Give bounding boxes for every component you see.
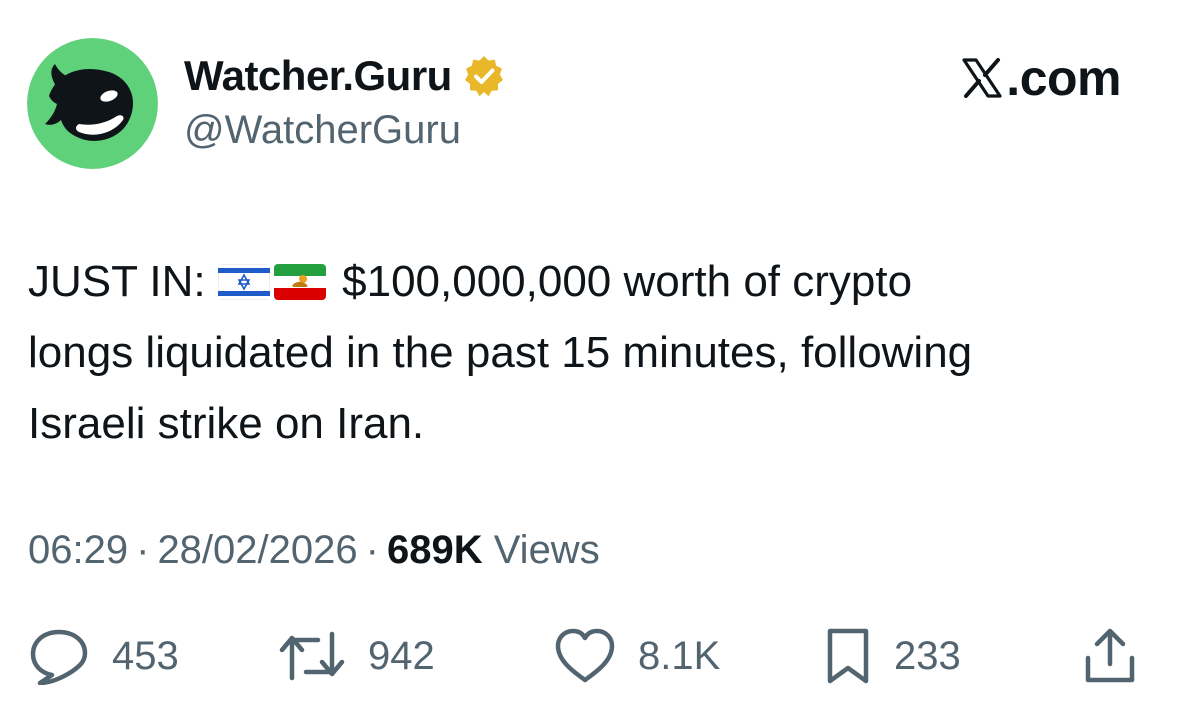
reply-count: 453 <box>112 633 179 678</box>
tweet-prefix: JUST IN: <box>28 257 206 306</box>
tweet-text: JUST IN: $100,000,000 worth of crypto lo… <box>28 246 1158 459</box>
tweet-actions: 453 942 8.1K 233 <box>28 624 1148 688</box>
repost-count: 942 <box>368 633 435 678</box>
meta-separator: · <box>365 528 379 572</box>
repost-icon <box>279 631 345 681</box>
reply-button[interactable]: 453 <box>28 624 179 688</box>
share-icon <box>1085 628 1135 683</box>
site-suffix: .com <box>1006 50 1121 106</box>
meta-separator: · <box>136 528 150 572</box>
tweet-line-1-rest: $100,000,000 worth of crypto <box>342 257 913 306</box>
site-label: .com <box>960 50 1121 106</box>
whale-icon <box>27 38 158 169</box>
tweet-time[interactable]: 06:29 <box>28 528 128 572</box>
like-button[interactable]: 8.1K <box>554 624 720 688</box>
author-name-row[interactable]: Watcher.Guru <box>184 50 506 102</box>
bookmark-count: 233 <box>894 633 961 678</box>
share-button[interactable] <box>1082 624 1138 688</box>
avatar[interactable] <box>27 38 158 169</box>
tweet-date[interactable]: 28/02/2026 <box>157 528 357 572</box>
tweet-meta: 06:29 · 28/02/2026 · 689K Views <box>28 528 600 573</box>
like-count: 8.1K <box>638 633 721 678</box>
bookmark-button[interactable]: 233 <box>824 624 961 688</box>
verified-badge-icon <box>464 56 503 97</box>
views-label: Views <box>493 528 600 572</box>
x-logo-icon <box>962 58 1002 98</box>
reply-icon <box>30 629 88 685</box>
tweet-line-2: longs liquidated in the past 15 minutes,… <box>28 328 973 377</box>
bookmark-icon <box>827 628 869 684</box>
tweet-line-1: JUST IN: $100,000,000 worth of crypto <box>28 246 1158 317</box>
heart-icon <box>555 628 615 683</box>
author-display-name[interactable]: Watcher.Guru <box>184 52 452 100</box>
iran-lion-and-sun-flag-icon <box>273 264 326 300</box>
views-count: 689K <box>386 528 483 572</box>
israel-flag-icon <box>217 264 270 300</box>
author-handle[interactable]: @WatcherGuru <box>184 108 461 153</box>
repost-button[interactable]: 942 <box>278 624 435 688</box>
tweet-line-3: Israeli strike on Iran. <box>28 399 425 448</box>
